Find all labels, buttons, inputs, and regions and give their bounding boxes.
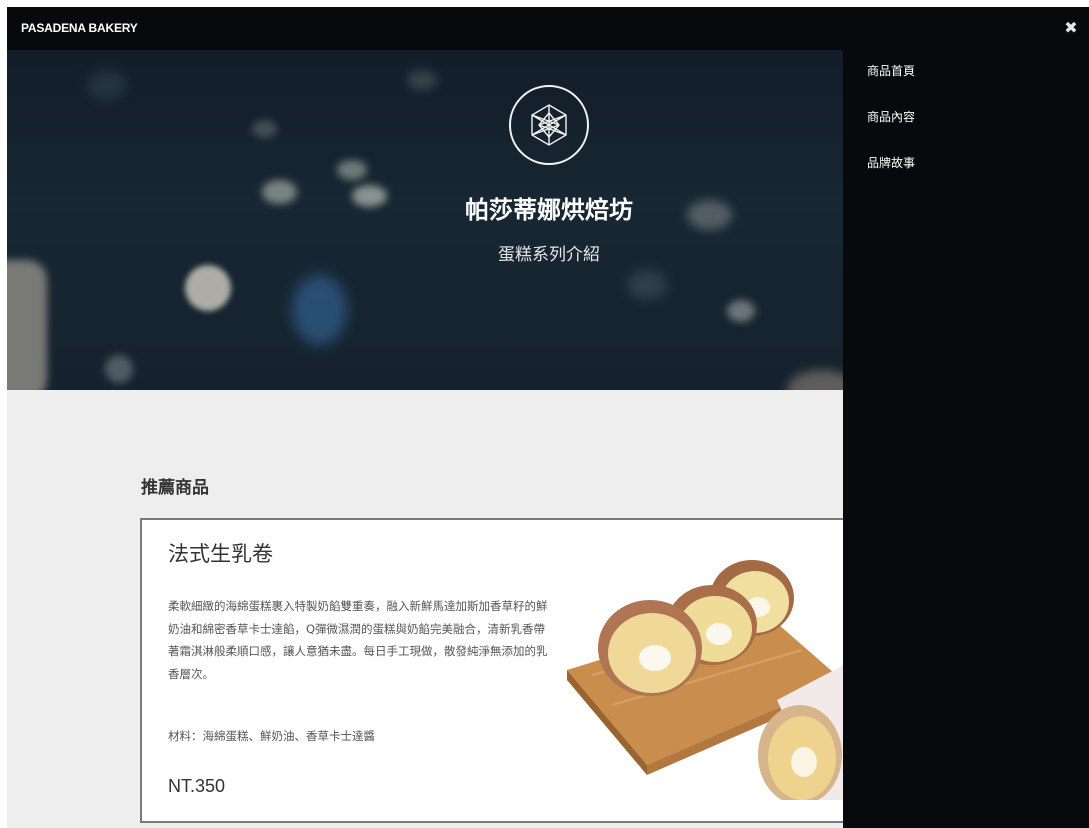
close-icon[interactable]: ✖ (1061, 18, 1081, 38)
product-name: 法式生乳卷 (168, 542, 273, 566)
menu-item-brand-story[interactable]: 品牌故事 (867, 154, 915, 171)
section-title: 推薦商品 (141, 478, 209, 498)
product-card[interactable]: 法式生乳卷 柔軟細緻的海綿蛋糕裹入特製奶餡雙重奏，融入新鮮馬達加斯加香草籽的鮮奶… (140, 518, 882, 823)
cake-roll-image (562, 550, 882, 805)
hero-subtitle: 蛋糕系列介紹 (498, 245, 600, 265)
product-description: 柔軟細緻的海綿蛋糕裹入特製奶餡雙重奏，融入新鮮馬達加斯加香草籽的鮮奶油和綿密香草… (168, 599, 548, 681)
menu-item-products[interactable]: 商品內容 (867, 108, 915, 125)
menu-item-home[interactable]: 商品首頁 (867, 62, 915, 79)
side-menu: 商品首頁 商品內容 品牌故事 (843, 50, 1089, 828)
product-materials: 材料：海綿蛋糕、鮮奶油、香草卡士達醬 (168, 729, 375, 743)
hero-title: 帕莎蒂娜烘焙坊 (465, 195, 633, 224)
product-price: NT.350 (168, 776, 226, 796)
brand-logo-text[interactable]: PASADENA BAKERY (21, 21, 138, 35)
hexagon-logo-icon (509, 85, 589, 165)
top-navbar: PASADENA BAKERY ✖ (7, 7, 1089, 50)
page: PASADENA BAKERY ✖ 帕莎蒂娜烘焙坊 蛋糕系列介紹 推薦商品 法式… (7, 7, 1089, 828)
hero-banner: 帕莎蒂娜烘焙坊 蛋糕系列介紹 (7, 50, 843, 390)
